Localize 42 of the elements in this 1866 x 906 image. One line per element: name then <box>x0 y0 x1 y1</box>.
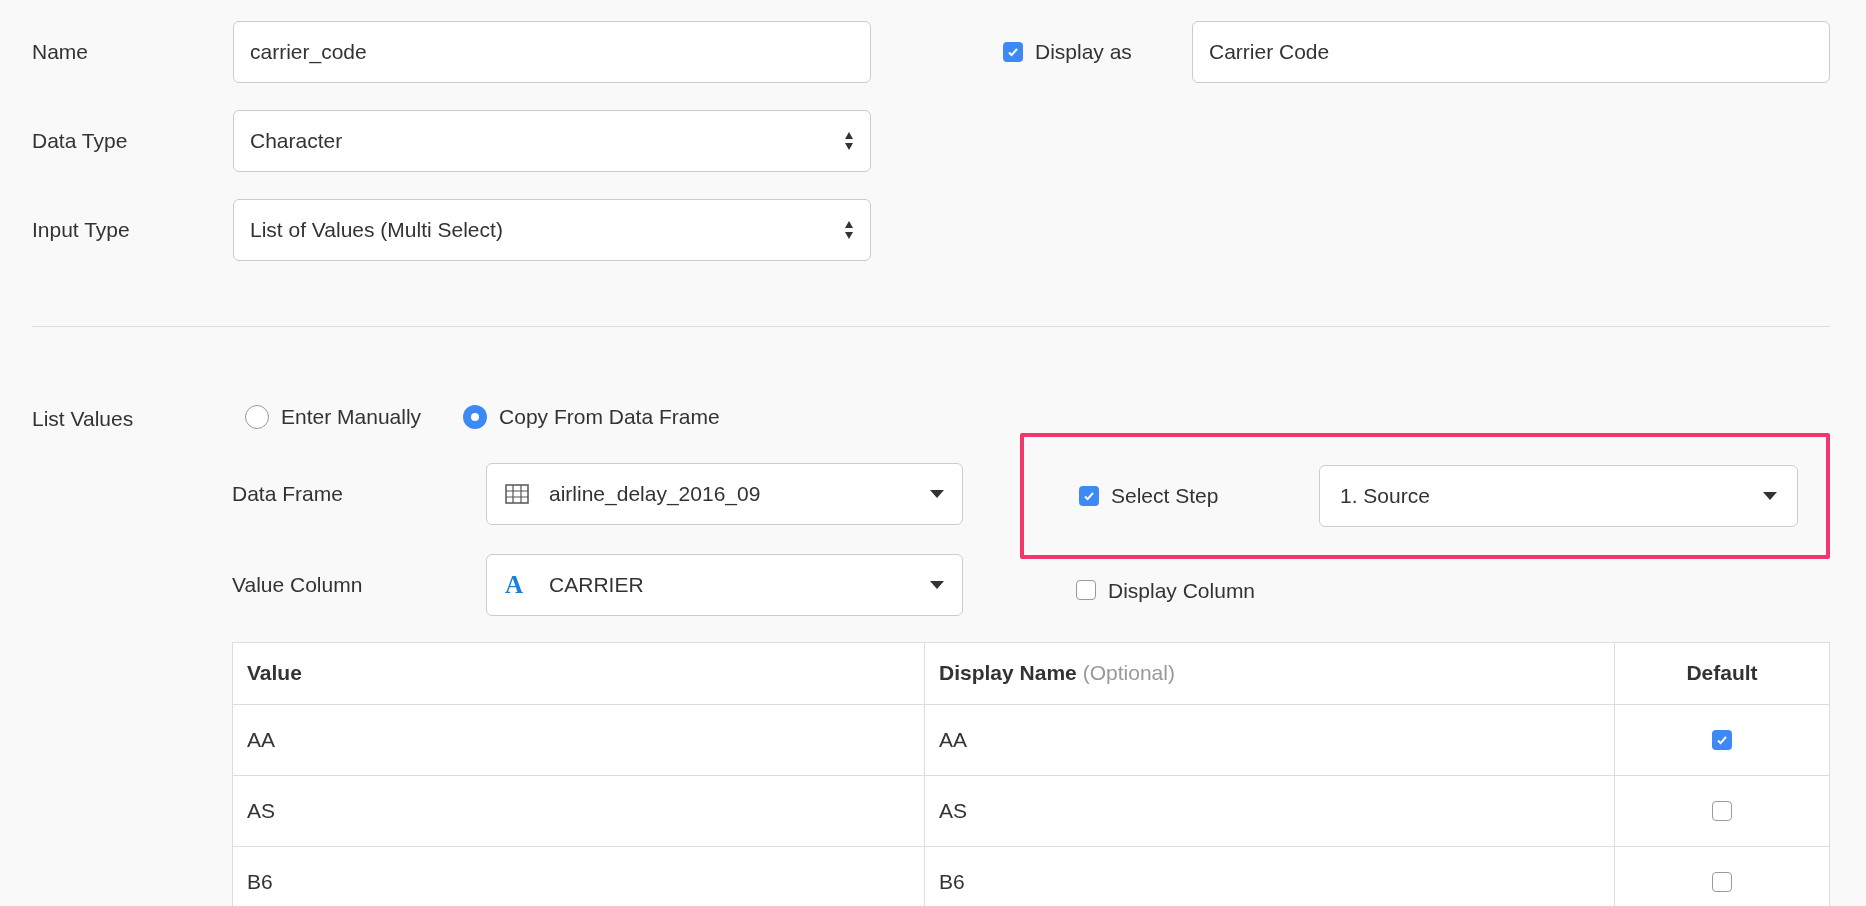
column-header: Default <box>1685 660 1759 687</box>
table-cell: B6 <box>233 846 925 906</box>
checkbox[interactable] <box>1003 42 1023 62</box>
display-name-field[interactable]: Carrier Code <box>1192 21 1830 83</box>
data-frame-dropdown[interactable]: airline_delay_2016_09 <box>486 462 963 525</box>
up-down-arrows-icon <box>844 131 854 151</box>
select-field[interactable]: Character <box>233 110 871 172</box>
caret-icon <box>930 580 944 589</box>
checkbox[interactable] <box>1079 485 1099 506</box>
checkbox[interactable] <box>1712 871 1732 892</box>
radio-label: Copy From Data Frame <box>499 404 720 430</box>
field-label: Input Type <box>32 217 131 244</box>
caret-icon <box>930 489 944 498</box>
table-icon <box>505 483 529 504</box>
checkbox[interactable] <box>1076 580 1096 601</box>
table-cell: B6 <box>925 846 1615 906</box>
value-column-label: Value Column <box>232 571 364 598</box>
table-cell: AS <box>233 775 925 846</box>
input-field[interactable]: carrier_code <box>233 21 871 83</box>
up-down-arrows-icon <box>844 220 854 240</box>
table-cell: AA <box>925 704 1615 775</box>
column-header: Display Name (Optional) <box>925 642 1615 704</box>
data-frame-label: Data Frame <box>232 480 344 507</box>
table-cell: AA <box>233 704 925 775</box>
radio-button[interactable] <box>463 404 488 429</box>
display-as-label: Display as <box>1035 39 1132 66</box>
caret-icon <box>1763 491 1777 500</box>
table-cell: AS <box>925 775 1615 846</box>
checkbox[interactable] <box>1712 800 1732 821</box>
select-field[interactable]: List of Values (Multi Select) <box>233 199 871 261</box>
list-values-label: List Values <box>32 406 135 432</box>
select-step-label: Select Step <box>1111 482 1219 509</box>
radio-label: Enter Manually <box>281 404 422 430</box>
step-dropdown[interactable]: 1. Source <box>1319 464 1798 527</box>
field-label: Data Type <box>32 128 129 155</box>
character-type-icon: A <box>505 565 524 604</box>
field-label: Name <box>32 39 90 66</box>
display-column-label: Display Column <box>1108 577 1256 604</box>
checkbox[interactable] <box>1712 729 1732 750</box>
column-header: Value <box>233 642 925 704</box>
value-column-dropdown[interactable]: A CARRIER <box>486 553 963 616</box>
radio-button[interactable] <box>245 404 269 429</box>
